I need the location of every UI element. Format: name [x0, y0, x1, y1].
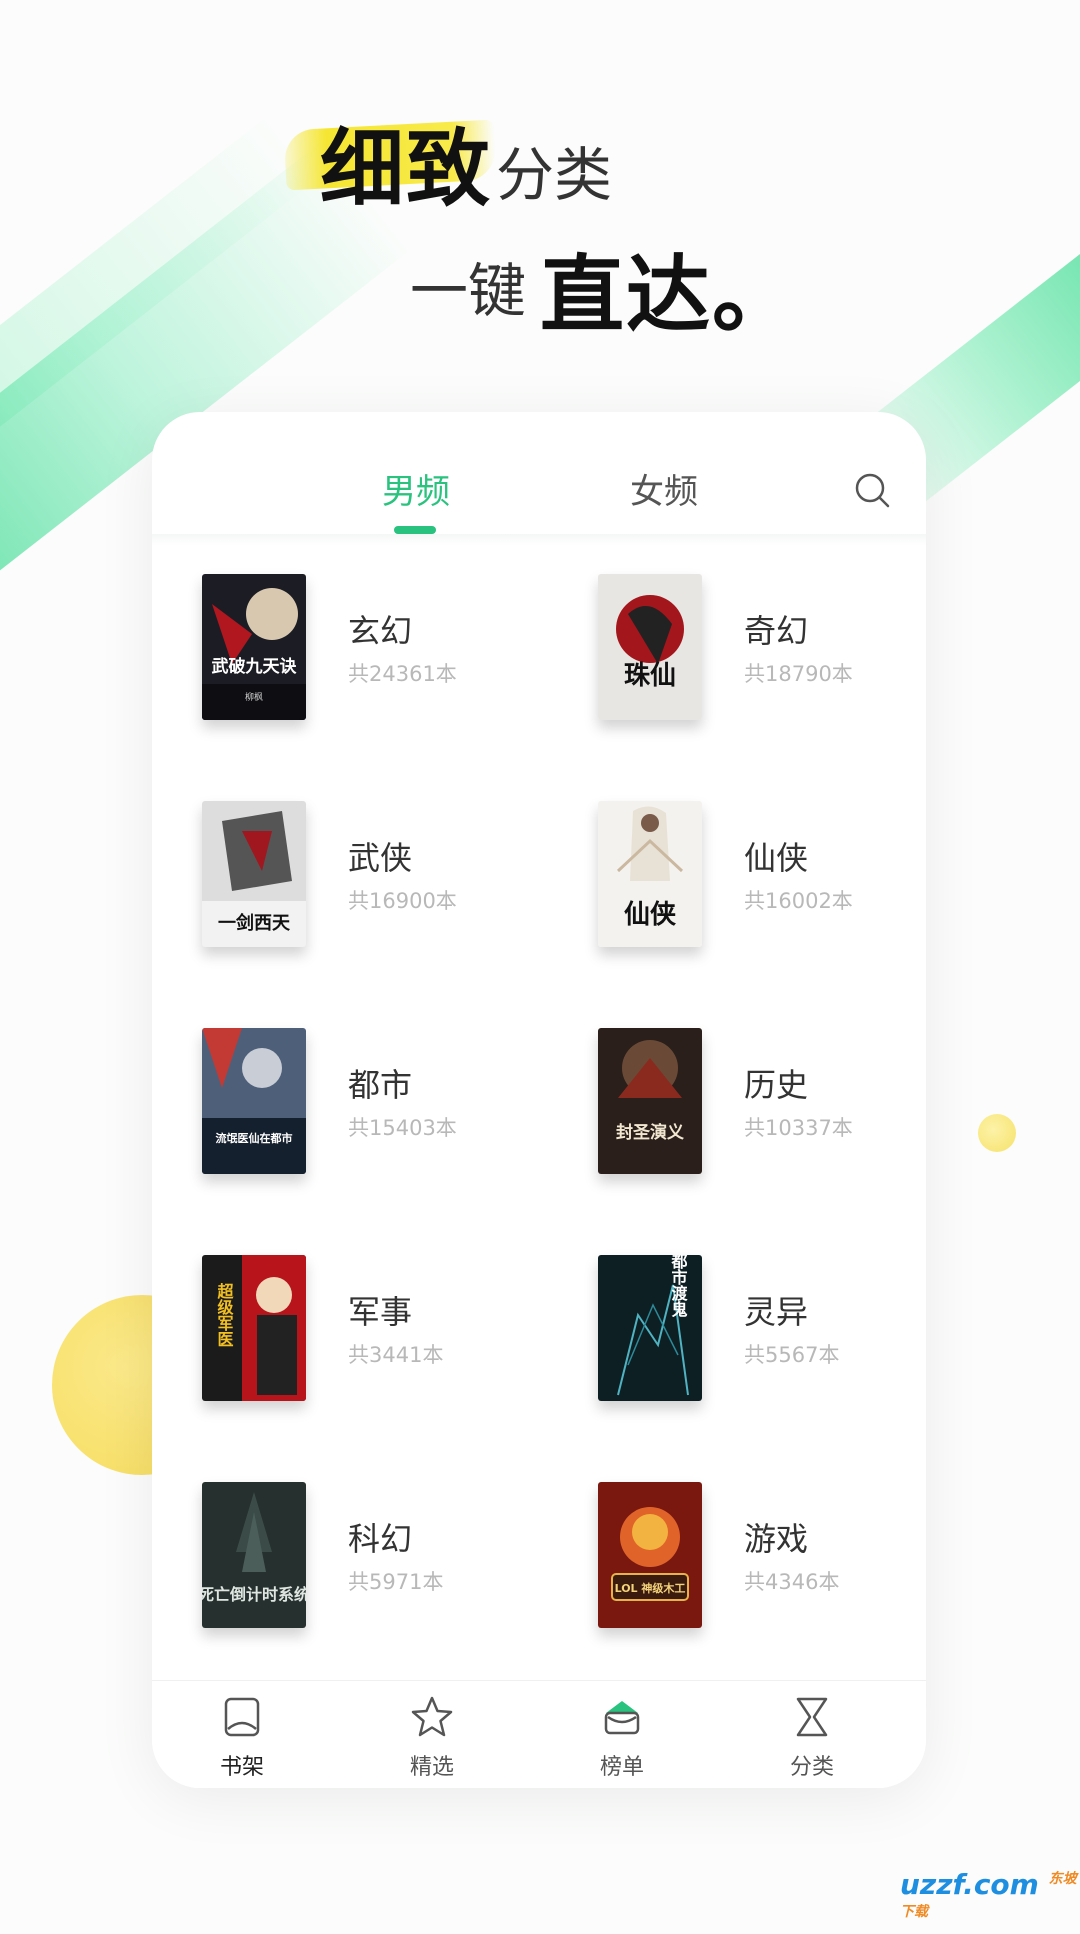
category-count: 共15403本 — [348, 1116, 457, 1140]
category-item[interactable]: LOL 神级木工 游戏 共4346本 — [548, 1482, 926, 1662]
cover-title: 珠仙 — [624, 661, 676, 691]
cover-title: 武破九天诀 — [212, 656, 298, 677]
search-icon[interactable] — [852, 470, 892, 510]
nav-bookshelf[interactable]: 书架 — [192, 1693, 292, 1781]
book-cover: 流氓医仙在都市 — [202, 1028, 306, 1174]
tab-female[interactable]: 女频 — [630, 464, 698, 513]
nav-label: 榜单 — [599, 1755, 644, 1780]
hourglass-icon — [796, 1697, 828, 1737]
active-tab-indicator — [394, 526, 436, 534]
book-cover: 仙侠 — [598, 801, 702, 947]
category-count: 共4346本 — [744, 1570, 840, 1594]
category-item[interactable]: 都市渡鬼 灵异 共5567本 — [548, 1255, 926, 1435]
category-item[interactable]: 死亡倒计时系统 科幻 共5971本 — [152, 1482, 542, 1662]
category-item[interactable]: 超级军医 军事 共3441本 — [152, 1255, 542, 1435]
nav-category[interactable]: 分类 — [762, 1693, 862, 1781]
category-item[interactable]: 流氓医仙在都市 都市 共15403本 — [152, 1028, 542, 1208]
watermark-text: uzzf.com — [900, 1868, 1039, 1901]
category-name: 军事 — [348, 1293, 413, 1331]
crown-icon — [604, 1701, 640, 1735]
book-cover: 死亡倒计时系统 — [202, 1482, 306, 1628]
book-cover: 一剑西天 — [202, 801, 306, 947]
book-cover: 珠仙 — [598, 574, 702, 720]
category-name: 都市 — [348, 1066, 413, 1104]
cover-title: 超级军医 — [215, 1282, 235, 1347]
nav-featured[interactable]: 精选 — [382, 1693, 482, 1781]
nav-label: 书架 — [219, 1755, 264, 1780]
category-item[interactable]: 珠仙 奇幻 共18790本 — [548, 574, 926, 754]
decorative-circle — [978, 1114, 1016, 1152]
channel-tabs: 男频 女频 — [152, 412, 926, 534]
category-count: 共16900本 — [348, 889, 457, 913]
category-count: 共10337本 — [744, 1116, 853, 1140]
promo-headline-big: 直达。 — [540, 246, 799, 344]
cover-title: 封圣演义 — [616, 1122, 684, 1143]
book-cover: 武破九天诀 柳枫 — [202, 574, 306, 720]
book-cover: 超级军医 — [202, 1255, 306, 1401]
category-count: 共18790本 — [744, 662, 853, 686]
category-name: 奇幻 — [744, 612, 809, 650]
book-cover: 封圣演义 — [598, 1028, 702, 1174]
category-count: 共5971本 — [348, 1570, 444, 1594]
category-count: 共16002本 — [744, 889, 853, 913]
cover-title: 流氓医仙在都市 — [216, 1131, 293, 1145]
cover-title: 都市渡鬼 — [669, 1255, 689, 1317]
tab-male[interactable]: 男频 — [382, 464, 450, 513]
category-count: 共24361本 — [348, 662, 457, 686]
bottom-nav: 书架 精选 榜单 分类 — [152, 1680, 926, 1788]
category-name: 历史 — [744, 1066, 809, 1104]
book-cover: LOL 神级木工 — [598, 1482, 702, 1628]
category-name: 灵异 — [744, 1293, 809, 1331]
bookshelf-icon — [224, 1697, 260, 1737]
promo-headline-small: 分类 — [496, 141, 613, 209]
category-name: 玄幻 — [348, 612, 413, 650]
category-name: 仙侠 — [744, 839, 809, 877]
category-count: 共5567本 — [744, 1343, 840, 1367]
promo-headline-big: 细致 — [320, 120, 493, 218]
cover-author: 柳枫 — [245, 691, 263, 703]
nav-label: 精选 — [409, 1755, 454, 1780]
category-item[interactable]: 封圣演义 历史 共10337本 — [548, 1028, 926, 1208]
cover-title: 死亡倒计时系统 — [202, 1585, 306, 1604]
book-cover: 都市渡鬼 — [598, 1255, 702, 1401]
divider — [152, 534, 926, 546]
category-name: 科幻 — [348, 1520, 413, 1558]
category-name: 武侠 — [348, 839, 413, 877]
cover-title: LOL 神级木工 — [615, 1581, 686, 1595]
nav-label: 分类 — [789, 1755, 834, 1780]
category-item[interactable]: 一剑西天 武侠 共16900本 — [152, 801, 542, 981]
category-item[interactable]: 武破九天诀 柳枫 玄幻 共24361本 — [152, 574, 542, 754]
category-count: 共3441本 — [348, 1343, 444, 1367]
category-item[interactable]: 仙侠 仙侠 共16002本 — [548, 801, 926, 981]
cover-title: 仙侠 — [624, 899, 677, 930]
cover-title: 一剑西天 — [218, 912, 291, 934]
app-screen: 男频 女频 武破九天诀 柳枫 玄幻 共24361本 珠仙 奇幻 共18790本 … — [152, 412, 926, 1788]
watermark-logo: uzzf.com 东坡下载 — [900, 1868, 1080, 1934]
star-icon — [411, 1696, 453, 1737]
promo-headline-small: 一键 — [410, 257, 527, 325]
category-name: 游戏 — [744, 1520, 809, 1558]
nav-ranking[interactable]: 榜单 — [572, 1693, 672, 1781]
